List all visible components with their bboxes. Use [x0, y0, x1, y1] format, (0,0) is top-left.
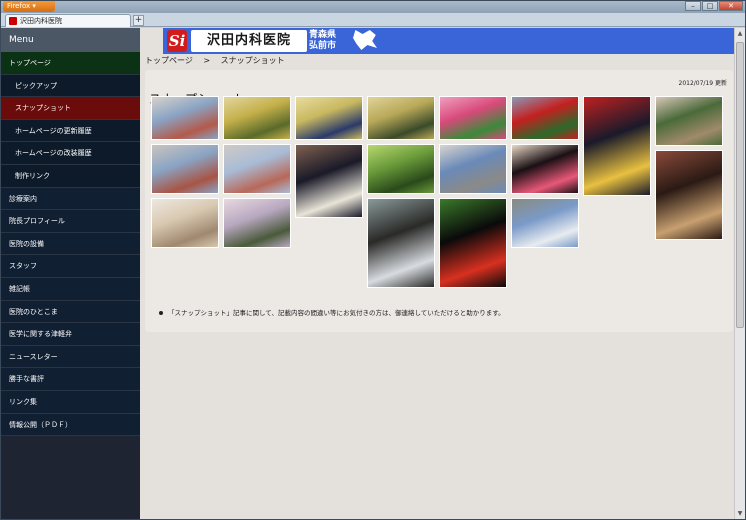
site-banner[interactable]: Si 沢田内科医院 青森県 弘前市	[163, 28, 737, 54]
sidebar-item[interactable]: ホームページの改装履歴	[1, 142, 140, 165]
photo-city-mountain[interactable]	[439, 144, 507, 194]
sidebar-item[interactable]: 雑記帳	[1, 277, 140, 301]
photo-snow-lanterns[interactable]	[511, 198, 579, 248]
breadcrumb-home-link[interactable]: トップページ	[145, 56, 193, 65]
scroll-thumb[interactable]	[736, 42, 744, 328]
photo-rice-field-wave[interactable]	[295, 96, 363, 140]
place-prefecture: 青森県	[309, 30, 337, 40]
notice-label: 「スナップショット」記事に関して、記載内容の間違い等にお気付きの方は、御連絡して…	[168, 309, 505, 317]
minimize-button[interactable]: –	[685, 1, 701, 11]
window-controls: – □ ✕	[684, 1, 743, 12]
photo-icicles[interactable]	[367, 198, 435, 288]
tab-bar: 沢田内科医院 +	[1, 13, 745, 27]
logo-text: 沢田内科医院	[191, 30, 307, 52]
vertical-scrollbar[interactable]: ▲ ▼	[734, 28, 745, 519]
photo-clinic-building[interactable]	[151, 96, 219, 140]
sidebar-item[interactable]: スタッフ	[1, 255, 140, 278]
scroll-down-arrow-icon[interactable]: ▼	[735, 508, 745, 519]
sidebar-item[interactable]: 医院のひとこま	[1, 300, 140, 324]
close-button[interactable]: ✕	[719, 1, 743, 11]
photo-clinic-side[interactable]	[223, 144, 291, 194]
main-content: 2012/07/19 更新 スナップショット 「スナップショット」記事に関して、…	[145, 70, 733, 332]
photo-clinic-front[interactable]	[151, 144, 219, 194]
sidebar-item[interactable]: 勝手な書評	[1, 368, 140, 391]
scroll-up-arrow-icon[interactable]: ▲	[735, 28, 745, 39]
photo-taiko-drum[interactable]	[655, 150, 723, 240]
new-tab-button[interactable]: +	[133, 15, 144, 26]
page-viewport: Menu トップページ ピックアップ スナップショット ホームページの更新履歴 ホームペ…	[1, 28, 745, 519]
sidebar-item[interactable]: 医院の設備	[1, 232, 140, 256]
sidebar-item[interactable]: スナップショット	[1, 97, 140, 120]
photo-castle-night[interactable]	[295, 144, 363, 218]
firefox-menu-label: Firefox	[7, 2, 31, 10]
photo-garden[interactable]	[655, 96, 723, 146]
title-bar: Firefox ▾ – □ ✕	[1, 1, 745, 13]
updated-date: 2012/07/19 更新	[678, 80, 728, 87]
sidebar-item[interactable]: ニュースレター	[1, 345, 140, 369]
sidebar-item[interactable]: 情報公開（ＰＤＦ）	[1, 413, 140, 437]
photo-tulips-pink[interactable]	[439, 96, 507, 140]
breadcrumb-separator: >	[203, 56, 211, 65]
sidebar-item[interactable]: リンク集	[1, 390, 140, 414]
bullet-icon	[159, 311, 163, 315]
maximize-button[interactable]: □	[702, 1, 718, 11]
logo-mark: Si	[167, 30, 187, 52]
menu-list: トップページ ピックアップ スナップショット ホームページの更新履歴 ホームページの改装…	[1, 52, 140, 437]
sidebar-item[interactable]: トップページ	[1, 52, 140, 75]
breadcrumb: トップページ > スナップショット	[145, 55, 285, 66]
tab-clinic[interactable]: 沢田内科医院	[5, 14, 131, 27]
photo-tulips-red[interactable]	[511, 96, 579, 140]
photo-rice-field-art-3[interactable]	[367, 96, 435, 140]
photo-lantern-lights[interactable]	[511, 144, 579, 194]
sidebar-item[interactable]: 制作リンク	[1, 164, 140, 188]
breadcrumb-current: スナップショット	[220, 56, 285, 65]
sidebar-item[interactable]: ピックアップ	[1, 74, 140, 98]
place-city: 弘前市	[309, 41, 337, 51]
favicon-icon	[9, 17, 17, 25]
aomori-map-icon	[353, 30, 377, 50]
photo-rice-field-art-1[interactable]	[223, 96, 291, 140]
photo-amaryllis[interactable]	[439, 198, 507, 288]
firefox-menu-button[interactable]: Firefox ▾	[3, 1, 55, 12]
sidebar-menu: Menu トップページ ピックアップ スナップショット ホームページの更新履歴 ホームペ…	[1, 28, 140, 519]
photo-cat[interactable]	[151, 198, 219, 248]
tab-title: 沢田内科医院	[20, 17, 62, 25]
sidebar-item[interactable]: ホームページの更新履歴	[1, 119, 140, 143]
browser-window: Firefox ▾ – □ ✕ 沢田内科医院 + Menu トップページ ピックア…	[0, 0, 746, 520]
menu-header: Menu	[1, 28, 140, 52]
sidebar-item[interactable]: 診療案内	[1, 187, 140, 211]
logo-place: 青森県 弘前市	[309, 29, 355, 53]
sidebar-item[interactable]: 医学に関する津軽弁	[1, 323, 140, 346]
sidebar-item[interactable]: 院長プロフィール	[1, 210, 140, 233]
notice-text: 「スナップショット」記事に関して、記載内容の間違い等にお気付きの方は、御連絡して…	[159, 307, 505, 317]
photo-rice-field-green[interactable]	[367, 144, 435, 194]
photo-nebuta-lantern[interactable]	[583, 96, 651, 196]
photo-cherry-pond[interactable]	[223, 198, 291, 248]
